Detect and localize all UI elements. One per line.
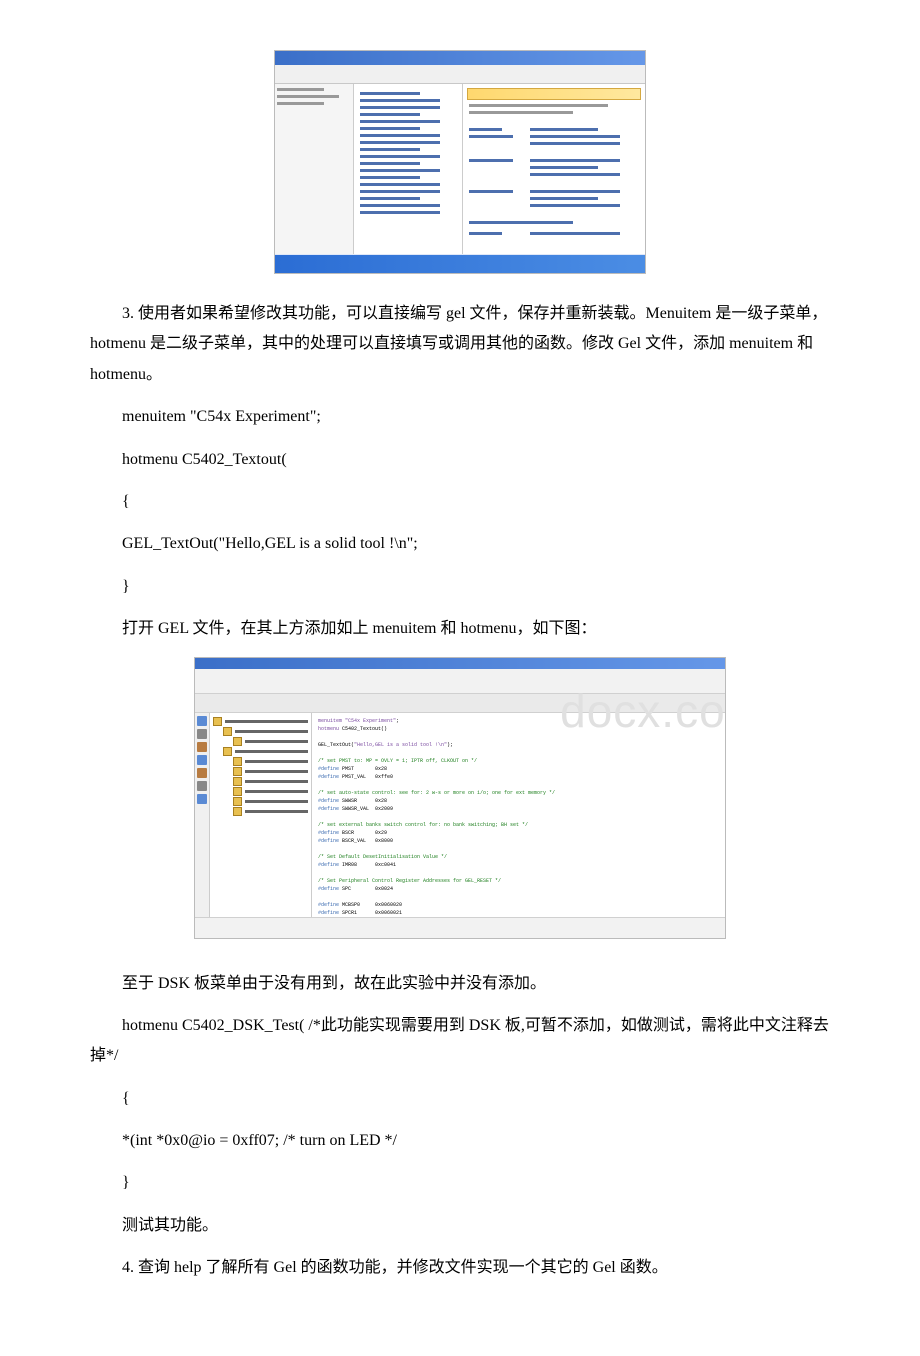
screenshot-ccs-editor: docx.com [194, 657, 726, 939]
paragraph-3-intro: 3. 使用者如果希望修改其功能，可以直接编写 gel 文件，保存并重新装载。Me… [90, 299, 830, 390]
text: 3. 使用者如果希望修改其功能，可以直接编写 gel 文件，保存并重新装载。Me… [90, 305, 827, 383]
code-brace-close: } [90, 572, 830, 602]
code-brace-open-2: { [90, 1084, 830, 1114]
paragraph-dsk-note: 至于 DSK 板菜单由于没有用到，故在此实验中并没有添加。 [90, 969, 830, 999]
paragraph-open-gel: 打开 GEL 文件，在其上方添加如上 menuitem 和 hotmenu，如下… [90, 614, 830, 644]
code-menuitem: menuitem "C54x Experiment"; [90, 402, 830, 432]
code-editor: menuitem "C54x Experiment"; hotmenu C540… [312, 713, 725, 918]
document-page: 3. 使用者如果希望修改其功能，可以直接编写 gel 文件，保存并重新装载。Me… [0, 0, 920, 1356]
project-tree [210, 713, 312, 918]
code-brace-open: { [90, 487, 830, 517]
code-led: *(int *0x0@io = 0xff07; /* turn on LED *… [90, 1126, 830, 1156]
paragraph-4-help: 4. 查询 help 了解所有 Gel 的函数功能，并修改文件实现一个其它的 G… [90, 1253, 830, 1283]
code-textout: GEL_TextOut("Hello,GEL is a solid tool !… [90, 529, 830, 559]
code-hotmenu: hotmenu C5402_Textout( [90, 445, 830, 475]
paragraph-test: 测试其功能。 [90, 1211, 830, 1241]
screenshot-ccs-help [274, 50, 646, 274]
paragraph-dsk-hotmenu: hotmenu C5402_DSK_Test( /*此功能实现需要用到 DSK … [90, 1011, 830, 1072]
code-brace-close-2: } [90, 1168, 830, 1198]
